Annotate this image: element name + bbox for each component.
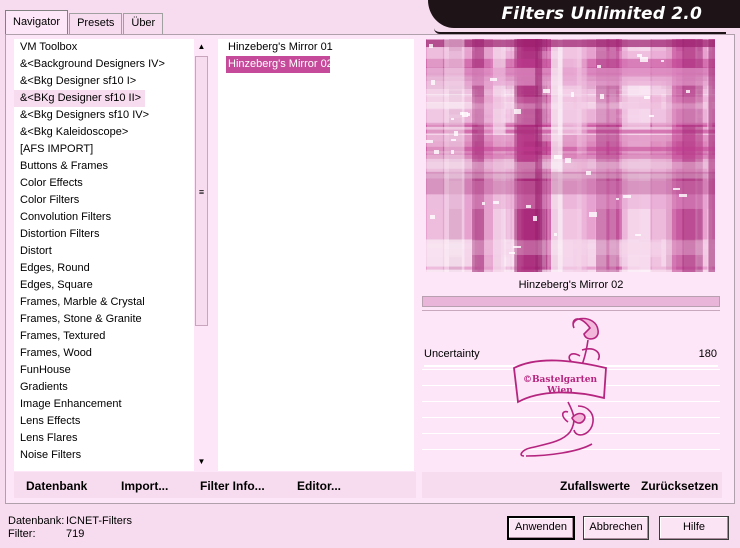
category-item[interactable]: &<BKg Designer sf10 II>: [14, 90, 146, 107]
parameter-name: Uncertainty: [424, 348, 480, 360]
category-item[interactable]: Edges, Square: [14, 277, 194, 294]
category-item[interactable]: Frames, Textured: [14, 328, 194, 345]
category-item[interactable]: Distort: [14, 243, 194, 260]
preview-image: [426, 39, 715, 272]
scroll-thumb[interactable]: ≡: [195, 56, 208, 326]
category-item[interactable]: Gradients: [14, 379, 194, 396]
database-label: Datenbank:: [8, 515, 65, 527]
preview-slider[interactable]: [422, 296, 720, 307]
app-title: Filters Unlimited 2.0: [501, 4, 702, 24]
editor-button[interactable]: Editor...: [297, 479, 341, 493]
category-item[interactable]: Lens Effects: [14, 413, 194, 430]
category-item[interactable]: Buttons & Frames: [14, 158, 194, 175]
status-info: Datenbank: ICNET-Filters Filter: 719: [8, 515, 132, 541]
preview-caption: Hinzeberg's Mirror 02: [518, 279, 624, 291]
category-item[interactable]: Frames, Marble & Crystal: [14, 294, 194, 311]
category-item[interactable]: Lens Flares: [14, 430, 194, 447]
tab-bar: Navigator Presets Über: [5, 10, 164, 34]
tab-about[interactable]: Über: [123, 13, 164, 34]
preview-pattern: [426, 39, 715, 272]
watermark-text-2: Wien: [546, 386, 573, 396]
category-item[interactable]: &<Background Designers IV>: [14, 56, 194, 73]
category-item[interactable]: &<Bkg Designer sf10 I>: [14, 73, 194, 90]
reset-button[interactable]: Zurücksetzen: [641, 479, 718, 493]
category-item[interactable]: Distortion Filters: [14, 226, 194, 243]
tab-navigator[interactable]: Navigator: [5, 10, 69, 34]
tab-presets[interactable]: Presets: [69, 13, 123, 34]
scroll-up-arrow-icon[interactable]: ▲: [194, 40, 209, 54]
watermark-logo: ©Bastelgarten Wien: [513, 317, 607, 457]
watermark-text-1: ©Bastelgarten: [523, 375, 598, 385]
category-item[interactable]: FunHouse: [14, 362, 194, 379]
scroll-down-arrow-icon[interactable]: ▼: [194, 455, 209, 469]
filter-count-value: 719: [66, 528, 85, 540]
grip-icon: ≡: [198, 187, 205, 197]
right-button-bar: Zufallswerte Zurücksetzen: [422, 472, 722, 498]
filter-info-button[interactable]: Filter Info...: [200, 479, 265, 493]
category-item[interactable]: VM Toolbox: [14, 39, 194, 56]
apply-button[interactable]: Anwenden: [507, 516, 575, 540]
category-item[interactable]: Edges, Round: [14, 260, 194, 277]
parameter-value: 180: [698, 348, 717, 360]
help-button[interactable]: Hilfe: [659, 516, 729, 540]
category-item[interactable]: &<Bkg Designers sf10 IV>: [14, 107, 194, 124]
category-item[interactable]: &<Bkg Kaleidoscope>: [14, 124, 194, 141]
category-item[interactable]: Image Enhancement: [14, 396, 194, 413]
database-button[interactable]: Datenbank: [26, 479, 87, 493]
category-item[interactable]: Frames, Wood: [14, 345, 194, 362]
left-button-bar: Datenbank Import... Filter Info... Edito…: [14, 472, 416, 498]
filter-list[interactable]: Hinzeberg's Mirror 01 Hinzeberg's Mirror…: [218, 39, 414, 471]
category-item[interactable]: Convolution Filters: [14, 209, 194, 226]
filter-item-mirror-01[interactable]: Hinzeberg's Mirror 01: [218, 39, 414, 56]
category-scrollbar[interactable]: ▲ ≡ ▼: [194, 39, 209, 471]
category-item[interactable]: Color Effects: [14, 175, 194, 192]
category-item[interactable]: Color Filters: [14, 192, 194, 209]
category-list[interactable]: VM Toolbox &<Background Designers IV> &<Bk…: [14, 39, 194, 471]
category-item[interactable]: Frames, Stone & Granite: [14, 311, 194, 328]
database-value: ICNET-Filters: [66, 515, 132, 527]
randomize-button[interactable]: Zufallswerte: [560, 479, 630, 493]
filter-count-label: Filter:: [8, 528, 36, 540]
category-item[interactable]: Noise Filters: [14, 447, 194, 464]
category-item[interactable]: [AFS IMPORT]: [14, 141, 194, 158]
import-button[interactable]: Import...: [121, 479, 168, 493]
filter-item-mirror-02[interactable]: Hinzeberg's Mirror 02: [226, 56, 333, 73]
cancel-button[interactable]: Abbrechen: [583, 516, 649, 540]
app-title-banner: Filters Unlimited 2.0: [428, 0, 740, 34]
